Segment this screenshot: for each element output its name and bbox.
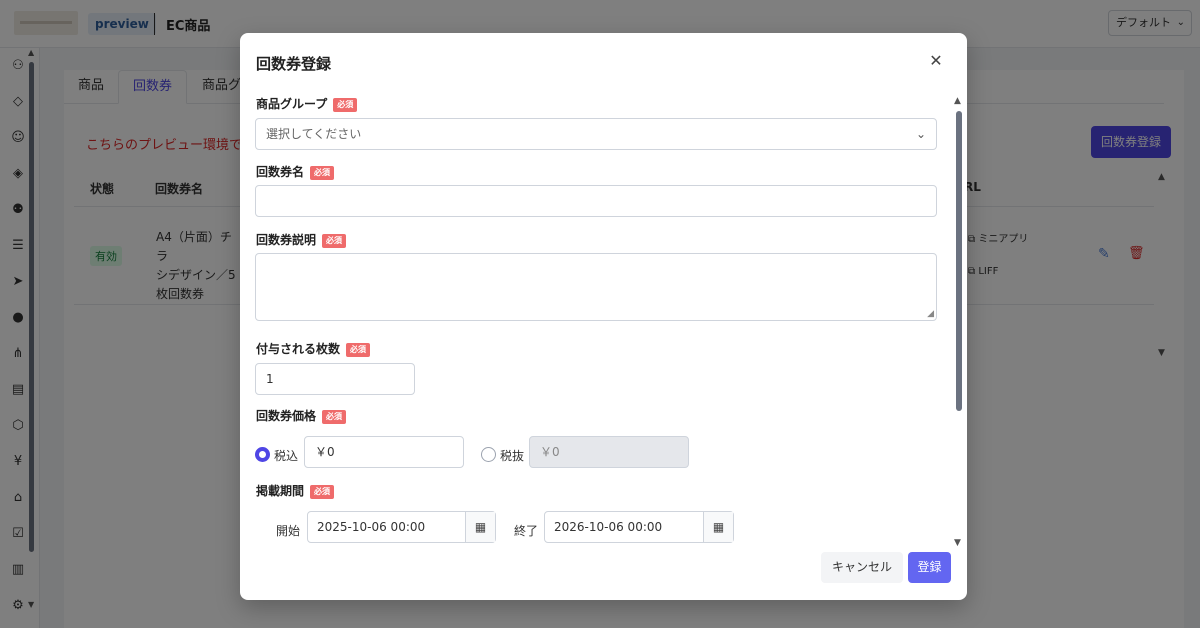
required-badge: 必須	[310, 484, 335, 499]
product-group-label-text: 商品グループ	[256, 97, 328, 111]
ticket-price-label: 回数券価格 必須	[256, 407, 347, 424]
submit-button[interactable]: 登録	[908, 552, 951, 583]
start-date-input[interactable]: 2025-10-06 00:00 ▦	[307, 511, 496, 543]
chevron-down-icon: ⌄	[915, 127, 926, 141]
calendar-icon[interactable]: ▦	[465, 512, 495, 542]
ticket-count-input[interactable]: 1	[255, 363, 415, 395]
required-badge: 必須	[346, 342, 371, 357]
modal-title: 回数券登録	[256, 55, 332, 73]
ticket-name-label-text: 回数券名	[256, 165, 305, 179]
modal-scroll-up-icon[interactable]: ▲	[954, 96, 961, 106]
tax-excluded-label[interactable]: 税抜	[500, 447, 524, 464]
required-badge: 必須	[322, 233, 347, 248]
close-icon[interactable]: ✕	[926, 51, 946, 71]
ticket-description-textarea[interactable]: ◢	[255, 253, 937, 321]
cancel-button[interactable]: キャンセル	[821, 552, 903, 583]
product-group-placeholder: 選択してください	[266, 127, 362, 141]
end-date-input[interactable]: 2026-10-06 00:00 ▦	[544, 511, 734, 543]
resize-handle-icon[interactable]: ◢	[927, 309, 934, 319]
start-date-label: 開始	[276, 524, 301, 538]
tax-excluded-price-input: ￥0	[529, 436, 689, 468]
ticket-count-label-text: 付与される枚数	[256, 342, 341, 356]
calendar-icon[interactable]: ▦	[703, 512, 733, 542]
required-badge: 必須	[310, 165, 335, 180]
tax-included-price-input[interactable]: ￥0	[304, 436, 464, 468]
required-badge: 必須	[333, 97, 358, 112]
publish-period-label-text: 掲載期間	[256, 484, 305, 498]
tax-excluded-radio[interactable]	[481, 447, 496, 462]
tax-included-label[interactable]: 税込	[274, 447, 298, 464]
start-date-value: 2025-10-06 00:00	[317, 520, 426, 534]
ticket-description-label: 回数券説明 必須	[256, 231, 347, 248]
publish-period-label: 掲載期間 必須	[256, 482, 335, 499]
product-group-select[interactable]: 選択してください ⌄	[255, 118, 937, 150]
ticket-name-input[interactable]	[255, 185, 937, 217]
required-badge: 必須	[322, 409, 347, 424]
modal-scroll-down-icon[interactable]: ▼	[954, 538, 961, 548]
end-date-label: 終了	[514, 524, 539, 538]
tax-included-radio[interactable]	[255, 447, 270, 462]
ticket-price-label-text: 回数券価格	[256, 409, 317, 423]
product-group-label: 商品グループ 必須	[256, 95, 358, 112]
end-date-value: 2026-10-06 00:00	[554, 520, 663, 534]
ticket-register-modal: 回数券登録 ✕ 商品グループ 必須 選択してください ⌄ 回数券名 必須 回数券説明…	[240, 33, 967, 600]
ticket-name-label: 回数券名 必須	[256, 163, 335, 180]
ticket-description-label-text: 回数券説明	[256, 233, 317, 247]
ticket-count-label: 付与される枚数 必須	[256, 340, 371, 357]
modal-scrollbar[interactable]	[956, 111, 962, 411]
